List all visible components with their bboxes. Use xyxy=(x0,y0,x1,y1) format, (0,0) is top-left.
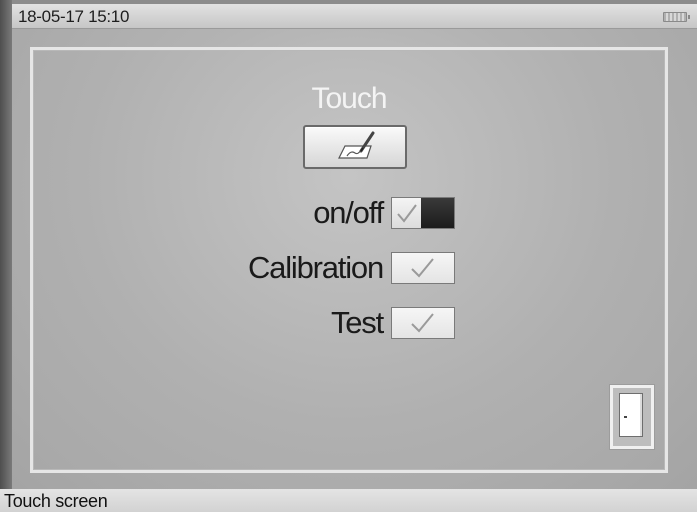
footer-bar: Touch screen xyxy=(0,489,697,512)
toggle-check-side xyxy=(392,198,421,228)
checkmark-icon xyxy=(397,204,417,223)
datetime-display: 18-05-17 15:10 xyxy=(18,7,130,26)
stylus-touch-icon xyxy=(338,131,375,159)
checkmark-icon xyxy=(411,313,434,333)
footer-help-text: Touch screen xyxy=(4,491,108,511)
device-screen: 18-05-17 15:10 Touch on/off Calibration … xyxy=(0,0,697,512)
toggle-knob xyxy=(421,198,454,228)
page-title: Touch xyxy=(311,82,387,115)
test-checkbox[interactable] xyxy=(391,307,455,339)
touch-settings-panel: Touch on/off Calibration Test xyxy=(30,47,668,473)
test-label: Test xyxy=(330,305,384,340)
touch-settings-button[interactable] xyxy=(303,125,407,169)
battery-icon xyxy=(663,12,690,22)
main-area: Touch on/off Calibration Test xyxy=(12,29,697,489)
calibration-label: Calibration xyxy=(248,250,384,285)
setting-row-onoff: on/off xyxy=(313,195,455,231)
onoff-label: on/off xyxy=(313,195,384,230)
setting-row-calibration: Calibration xyxy=(248,250,455,286)
screen-bezel-edge xyxy=(0,0,12,489)
door-exit-icon xyxy=(619,393,643,437)
setting-row-test: Test xyxy=(331,305,455,341)
calibration-checkbox[interactable] xyxy=(391,252,455,284)
onoff-toggle[interactable] xyxy=(391,197,455,229)
exit-button[interactable] xyxy=(610,385,654,449)
checkmark-icon xyxy=(411,258,434,278)
status-bar: 18-05-17 15:10 xyxy=(12,4,697,29)
